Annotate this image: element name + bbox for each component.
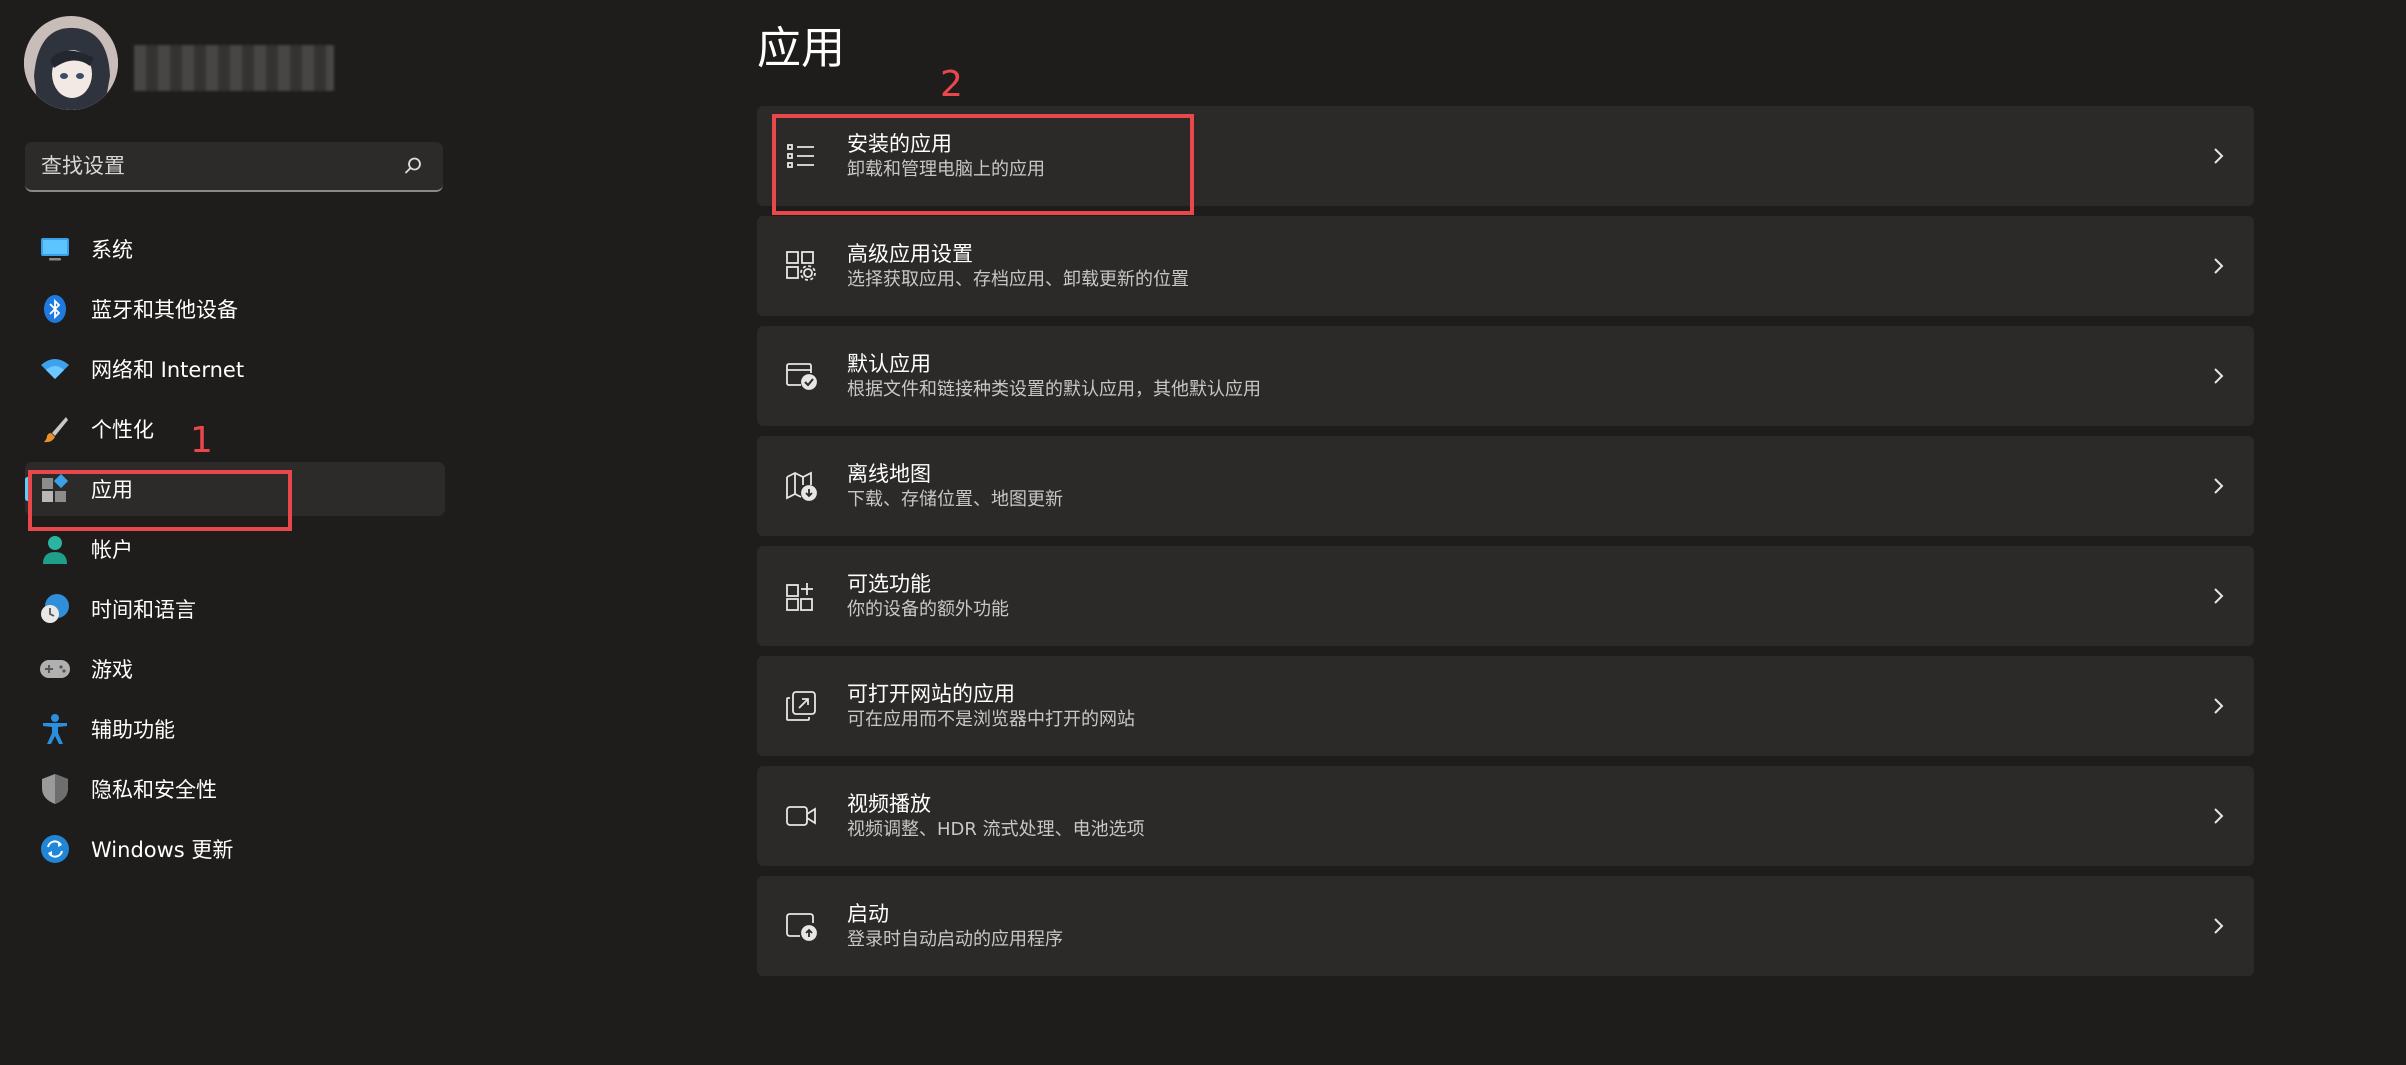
chevron-right-icon — [2214, 698, 2224, 714]
card-apps-for-websites[interactable]: 可打开网站的应用 可在应用而不是浏览器中打开的网站 — [757, 656, 2254, 756]
card-title: 启动 — [847, 902, 889, 926]
settings-list: 安装的应用 卸载和管理电脑上的应用 高级应用设置 选择获取应用、存档应用、卸载更… — [757, 106, 2254, 986]
annotation-box-installed-apps — [772, 114, 1194, 215]
sidebar-item-label: Windows 更新 — [91, 838, 234, 862]
card-subtitle: 可在应用而不是浏览器中打开的网站 — [847, 709, 1135, 730]
add-apps-icon — [783, 578, 819, 614]
default-apps-icon — [783, 358, 819, 394]
card-subtitle: 你的设备的额外功能 — [847, 599, 1009, 620]
card-startup[interactable]: 启动 登录时自动启动的应用程序 — [757, 876, 2254, 976]
chevron-right-icon — [2214, 588, 2224, 604]
user-profile[interactable] — [24, 16, 334, 110]
chevron-right-icon — [2214, 918, 2224, 934]
sidebar-item-label: 时间和语言 — [91, 598, 196, 622]
sidebar-item-label: 游戏 — [91, 658, 133, 682]
sidebar-nav: 系统 蓝牙和其他设备 网络和 Internet 个性化 应用 帐户 时间和语言 … — [25, 222, 445, 882]
chevron-right-icon — [2214, 478, 2224, 494]
card-default-apps[interactable]: 默认应用 根据文件和链接种类设置的默认应用，其他默认应用 — [757, 326, 2254, 426]
page-title: 应用 — [757, 23, 845, 74]
sidebar: 系统 蓝牙和其他设备 网络和 Internet 个性化 应用 — [0, 0, 460, 1065]
wifi-icon — [39, 353, 71, 385]
sidebar-item-label: 个性化 — [91, 418, 154, 442]
chevron-right-icon — [2214, 368, 2224, 384]
system-display-icon — [39, 233, 71, 265]
startup-icon — [783, 908, 819, 944]
search-box[interactable] — [25, 142, 443, 192]
card-subtitle: 下载、存储位置、地图更新 — [847, 489, 1063, 510]
avatar[interactable] — [24, 16, 118, 110]
sidebar-item-personalization[interactable]: 个性化 — [25, 402, 445, 456]
card-title: 可选功能 — [847, 572, 931, 596]
chevron-right-icon — [2214, 148, 2224, 164]
time-language-icon — [39, 593, 71, 625]
annotation-box-apps — [28, 470, 292, 531]
username-blurred — [134, 45, 334, 91]
video-icon — [783, 798, 819, 834]
sidebar-item-label: 系统 — [91, 238, 133, 262]
sidebar-item-label: 蓝牙和其他设备 — [91, 298, 238, 322]
account-icon — [39, 533, 71, 565]
card-title: 默认应用 — [847, 352, 931, 376]
accessibility-icon — [39, 713, 71, 745]
card-title: 视频播放 — [847, 792, 931, 816]
chevron-right-icon — [2214, 258, 2224, 274]
card-subtitle: 视频调整、HDR 流式处理、电池选项 — [847, 819, 1145, 840]
sidebar-item-windows-update[interactable]: Windows 更新 — [25, 822, 445, 876]
apps-gear-icon — [783, 248, 819, 284]
card-title: 高级应用设置 — [847, 242, 973, 266]
card-offline-maps[interactable]: 离线地图 下载、存储位置、地图更新 — [757, 436, 2254, 536]
card-title: 离线地图 — [847, 462, 931, 486]
sidebar-item-gaming[interactable]: 游戏 — [25, 642, 445, 696]
map-icon — [783, 468, 819, 504]
bluetooth-icon — [39, 293, 71, 325]
search-icon[interactable] — [403, 156, 423, 176]
sidebar-item-network[interactable]: 网络和 Internet — [25, 342, 445, 396]
card-subtitle: 选择获取应用、存档应用、卸载更新的位置 — [847, 269, 1189, 290]
sidebar-item-label: 隐私和安全性 — [91, 778, 217, 802]
card-title: 可打开网站的应用 — [847, 682, 1015, 706]
chevron-right-icon — [2214, 808, 2224, 824]
card-advanced-app-settings[interactable]: 高级应用设置 选择获取应用、存档应用、卸载更新的位置 — [757, 216, 2254, 316]
card-subtitle: 根据文件和链接种类设置的默认应用，其他默认应用 — [847, 379, 1261, 400]
sidebar-item-label: 帐户 — [91, 538, 133, 562]
annotation-number-2: 2 — [940, 64, 963, 105]
shield-icon — [39, 773, 71, 805]
brush-icon — [39, 413, 71, 445]
annotation-number-1: 1 — [190, 420, 213, 461]
sidebar-item-privacy[interactable]: 隐私和安全性 — [25, 762, 445, 816]
card-optional-features[interactable]: 可选功能 你的设备的额外功能 — [757, 546, 2254, 646]
card-subtitle: 登录时自动启动的应用程序 — [847, 929, 1063, 950]
sidebar-item-label: 辅助功能 — [91, 718, 175, 742]
update-icon — [39, 833, 71, 865]
sidebar-item-time-language[interactable]: 时间和语言 — [25, 582, 445, 636]
sidebar-item-label: 网络和 Internet — [91, 358, 245, 382]
card-video-playback[interactable]: 视频播放 视频调整、HDR 流式处理、电池选项 — [757, 766, 2254, 866]
search-input[interactable] — [25, 153, 403, 179]
sidebar-item-system[interactable]: 系统 — [25, 222, 445, 276]
sidebar-item-accessibility[interactable]: 辅助功能 — [25, 702, 445, 756]
open-web-icon — [783, 688, 819, 724]
sidebar-item-bluetooth[interactable]: 蓝牙和其他设备 — [25, 282, 445, 336]
gamepad-icon — [39, 653, 71, 685]
